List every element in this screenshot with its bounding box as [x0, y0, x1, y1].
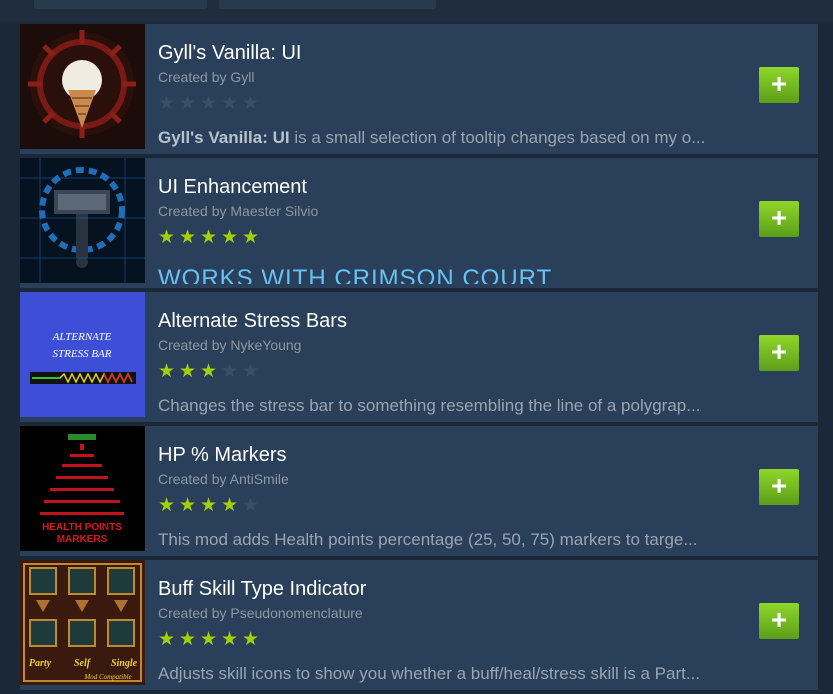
item-title[interactable]: Buff Skill Type Indicator — [158, 578, 366, 601]
star-rating: ★ ★ ★ ★ ★ — [156, 496, 261, 516]
star-icon: ★ — [199, 361, 218, 382]
plus-icon: + — [770, 202, 788, 233]
item-author[interactable]: Created by Maester Silvio — [158, 203, 318, 219]
add-to-collection-button[interactable]: + — [759, 469, 799, 505]
star-icon: ★ — [178, 629, 197, 650]
star-icon: ★ — [178, 227, 197, 248]
star-icon: ★ — [199, 495, 218, 516]
star-icon: ★ — [241, 629, 260, 650]
workshop-item[interactable]: UI Enhancement Created by Maester Silvio… — [20, 158, 818, 288]
item-thumbnail[interactable] — [20, 24, 145, 149]
item-description-bold: Gyll's Vanilla: UI — [158, 128, 290, 147]
add-to-collection-button[interactable]: + — [759, 335, 799, 371]
filter-dropdown[interactable] — [219, 0, 436, 9]
star-icon: ★ — [157, 227, 176, 248]
star-icon: ★ — [220, 629, 239, 650]
item-description-text: is a small selection of tooltip changes … — [289, 128, 706, 147]
workshop-item[interactable]: ALTERNATE STRESS BAR Alternate Stress Ba… — [20, 292, 818, 422]
star-icon: ★ — [157, 361, 176, 382]
item-author[interactable]: Created by AntiSmile — [158, 471, 289, 487]
thumb-text: Self — [74, 658, 92, 669]
workshop-item[interactable]: Party Self Single Mod Compatible Buff Sk… — [20, 560, 818, 690]
star-rating: ★ ★ ★ ★ ★ — [156, 630, 261, 650]
star-icon: ★ — [199, 227, 218, 248]
star-icon: ★ — [241, 495, 260, 516]
item-description: Changes the stress bar to something rese… — [158, 396, 701, 415]
star-rating: ★ ★ ★ ★ ★ — [156, 362, 261, 382]
star-rating: ★ ★ ★ ★ ★ — [156, 94, 261, 114]
thumb-text: HEALTH POINTS — [42, 522, 122, 533]
star-icon: ★ — [220, 93, 239, 114]
star-icon: ★ — [241, 227, 260, 248]
star-icon: ★ — [241, 361, 260, 382]
add-to-collection-button[interactable]: + — [759, 603, 799, 639]
star-icon: ★ — [220, 361, 239, 382]
item-title[interactable]: HP % Markers — [158, 444, 287, 467]
item-description: Adjusts skill icons to show you whether … — [158, 664, 701, 683]
star-icon: ★ — [157, 93, 176, 114]
thumb-text: Single — [111, 658, 138, 669]
star-icon: ★ — [241, 93, 260, 114]
star-icon: ★ — [199, 629, 218, 650]
item-thumbnail[interactable] — [20, 158, 145, 283]
star-icon: ★ — [157, 495, 176, 516]
thumb-text: MARKERS — [57, 534, 108, 545]
item-description: WORKS WITH CRIMSON COURT — [158, 266, 553, 284]
star-icon: ★ — [157, 629, 176, 650]
item-title[interactable]: Gyll's Vanilla: UI — [158, 42, 302, 65]
add-to-collection-button[interactable]: + — [759, 201, 799, 237]
star-icon: ★ — [199, 93, 218, 114]
star-icon: ★ — [220, 227, 239, 248]
star-rating: ★ ★ ★ ★ ★ — [156, 228, 261, 248]
workshop-item[interactable]: Gyll's Vanilla: UI Created by Gyll ★ ★ ★ ★ ★… — [20, 24, 818, 154]
thumb-text: STRESS BAR — [53, 348, 112, 360]
thumb-text: ALTERNATE — [52, 331, 112, 343]
top-filter-bar — [0, 0, 833, 22]
item-title[interactable]: UI Enhancement — [158, 176, 307, 199]
item-thumbnail[interactable]: ALTERNATE STRESS BAR — [20, 292, 145, 417]
item-thumbnail[interactable]: Party Self Single Mod Compatible — [20, 560, 145, 685]
thumb-text: Party — [29, 658, 52, 669]
workshop-item-list: Gyll's Vanilla: UI Created by Gyll ★ ★ ★ ★ ★… — [20, 24, 818, 694]
plus-icon: + — [770, 604, 788, 635]
filter-dropdown[interactable] — [34, 0, 207, 9]
item-author[interactable]: Created by Pseudonomenclature — [158, 605, 363, 621]
star-icon: ★ — [178, 93, 197, 114]
plus-icon: + — [770, 68, 788, 99]
item-description: Gyll's Vanilla: UI is a small selection … — [158, 128, 748, 148]
item-title[interactable]: Alternate Stress Bars — [158, 310, 347, 333]
star-icon: ★ — [178, 495, 197, 516]
item-author[interactable]: Created by Gyll — [158, 69, 254, 85]
plus-icon: + — [770, 470, 788, 501]
star-icon: ★ — [220, 495, 239, 516]
plus-icon: + — [770, 336, 788, 367]
item-thumbnail[interactable]: HEALTH POINTS MARKERS — [20, 426, 145, 551]
add-to-collection-button[interactable]: + — [759, 67, 799, 103]
thumb-text: Mod Compatible — [83, 673, 131, 681]
item-author[interactable]: Created by NykeYoung — [158, 337, 301, 353]
workshop-item[interactable]: HEALTH POINTS MARKERS HP % Markers Creat… — [20, 426, 818, 556]
star-icon: ★ — [178, 361, 197, 382]
item-description: This mod adds Health points percentage (… — [158, 530, 698, 549]
